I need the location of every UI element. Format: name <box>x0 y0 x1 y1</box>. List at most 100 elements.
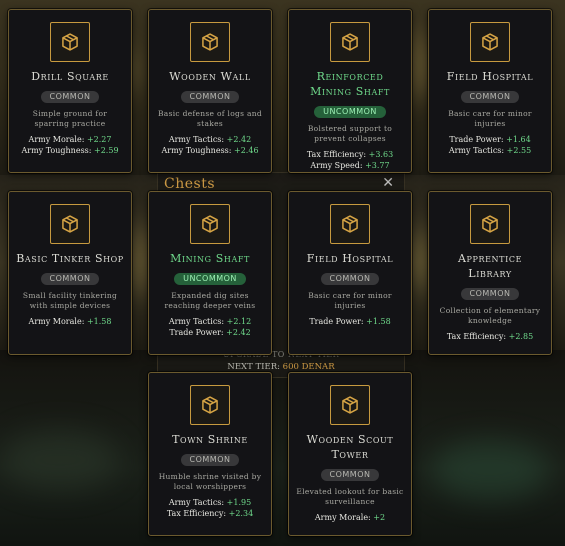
stat-label: Tax Efficiency: <box>306 150 367 159</box>
next-tier-cost: NEXT TIER: 600 DENAR <box>158 362 404 372</box>
building-description: Elevated lookout for basic surveillance <box>296 487 404 506</box>
stat-label: Army Toughness: <box>21 145 92 155</box>
building-name: Reinforced Mining Shaft <box>310 70 390 98</box>
building-name: Drill Square <box>31 70 109 83</box>
chest-box-icon <box>330 22 370 62</box>
stat-value: +3.63 <box>368 150 394 159</box>
stat-value: +2.12 <box>226 317 252 326</box>
rarity-badge: COMMON <box>40 91 100 103</box>
stat-label: Trade Power: <box>169 327 224 337</box>
building-description: Simple ground for sparring practice <box>32 109 108 128</box>
building-card[interactable]: Wooden Wall COMMON Basic defense of logs a… <box>148 9 272 173</box>
building-name: Wooden Wall <box>169 70 251 83</box>
stat-list: Army Tactics: +2.42 Army Toughness: +2.46 <box>149 135 271 156</box>
stat-value: +2.27 <box>86 135 112 144</box>
next-tier-value: 600 DENAR <box>282 362 335 372</box>
building-card[interactable]: Wooden Scout Tower COMMON Elevated lookout… <box>288 372 412 536</box>
stat-value: +2.42 <box>226 135 252 144</box>
stat-row: Army Morale: +2 <box>289 513 411 524</box>
stat-list: Trade Power: +1.64 Army Tactics: +2.55 <box>429 135 551 156</box>
building-card[interactable]: Field Hospital COMMON Basic care for minor… <box>428 9 552 173</box>
stat-row: Tax Efficiency: +2.34 <box>149 509 271 520</box>
stat-list: Army Morale: +2.27 Army Toughness: +2.59 <box>9 135 131 156</box>
building-card[interactable]: Mining Shaft UNCOMMON Expanded dig sites r… <box>148 191 272 355</box>
stat-row: Trade Power: +2.42 <box>149 328 271 339</box>
rarity-badge: COMMON <box>460 91 520 103</box>
building-card[interactable]: Drill Square COMMON Simple ground for spar… <box>8 9 132 173</box>
stat-value: +2.34 <box>228 508 254 518</box>
chest-box-icon <box>190 204 230 244</box>
close-icon[interactable]: ✕ <box>382 175 394 191</box>
stat-list: Trade Power: +1.58 <box>289 317 411 328</box>
stat-value: +3.77 <box>365 160 390 170</box>
stat-row: Army Toughness: +2.46 <box>149 146 271 157</box>
stat-value: +2 <box>373 513 386 522</box>
chest-box-icon <box>330 204 370 244</box>
chest-box-icon <box>50 204 90 244</box>
stat-row: Army Toughness: +2.59 <box>9 146 131 157</box>
stat-list: Army Morale: +2 <box>289 513 411 524</box>
building-name: Basic Tinker Shop <box>16 252 124 265</box>
rarity-badge: COMMON <box>320 273 380 285</box>
rarity-badge: COMMON <box>40 273 100 285</box>
rarity-badge: UNCOMMON <box>314 106 386 118</box>
stat-value: +2.42 <box>226 327 251 337</box>
stat-row: Army Tactics: +2.12 <box>149 317 271 328</box>
chests-modal-title: Chests <box>164 176 216 192</box>
stat-value: +1.95 <box>226 498 252 507</box>
next-tier-label: NEXT TIER: <box>227 362 280 372</box>
stat-label: Trade Power: <box>309 317 364 326</box>
stat-label: Army Morale: <box>314 513 371 522</box>
stat-row: Army Speed: +3.77 <box>289 161 411 172</box>
building-name: Field Hospital <box>306 252 394 265</box>
stat-label: Tax Efficiency: <box>446 332 507 341</box>
stat-value: +1.58 <box>366 317 391 326</box>
stat-value: +1.58 <box>86 317 112 326</box>
stat-label: Tax Efficiency: <box>166 508 227 518</box>
rarity-badge: UNCOMMON <box>174 273 246 285</box>
stat-row: Tax Efficiency: +3.63 <box>289 150 411 161</box>
stat-row: Army Tactics: +2.55 <box>429 146 551 157</box>
rarity-badge: COMMON <box>320 469 380 481</box>
stat-row: Army Tactics: +2.42 <box>149 135 271 146</box>
stat-row: Trade Power: +1.58 <box>289 317 411 328</box>
stat-label: Army Speed: <box>310 160 363 170</box>
stat-list: Army Tactics: +2.12 Trade Power: +2.42 <box>149 317 271 338</box>
rarity-badge: COMMON <box>180 454 240 466</box>
stat-label: Army Tactics: <box>168 498 225 507</box>
chest-box-icon <box>470 204 510 244</box>
stat-label: Trade Power: <box>449 135 504 144</box>
building-card[interactable]: Field Hospital COMMON Basic care for minor… <box>288 191 412 355</box>
stat-label: Army Tactics: <box>168 317 225 326</box>
stat-row: Army Tactics: +1.95 <box>149 498 271 509</box>
building-description: Collection of elementary knowledge <box>439 306 541 325</box>
building-name: Mining Shaft <box>170 252 250 265</box>
chest-box-icon <box>190 22 230 62</box>
chest-box-icon <box>330 385 370 425</box>
building-description: Basic care for minor injuries <box>448 109 532 128</box>
stat-row: Army Morale: +2.27 <box>9 135 131 146</box>
stat-value: +1.64 <box>506 135 531 144</box>
stat-label: Army Tactics: <box>168 135 225 144</box>
building-card[interactable]: Basic Tinker Shop COMMON Small facility ti… <box>8 191 132 355</box>
rarity-badge: COMMON <box>460 288 520 300</box>
stat-label: Army Morale: <box>28 317 85 326</box>
stat-label: Army Toughness: <box>161 145 232 155</box>
stat-value: +2.55 <box>506 145 532 155</box>
stat-row: Trade Power: +1.64 <box>429 135 551 146</box>
building-card[interactable]: Town Shrine COMMON Humble shrine visited b… <box>148 372 272 536</box>
chest-box-icon <box>470 22 510 62</box>
building-name: Wooden Scout Tower <box>306 433 394 461</box>
building-card[interactable]: Reinforced Mining Shaft UNCOMMON Bolstered… <box>288 9 412 173</box>
building-description: Humble shrine visited by local worshippe… <box>158 472 262 491</box>
building-description: Basic care for minor injuries <box>308 291 392 310</box>
stat-list: Tax Efficiency: +3.63 Army Speed: +3.77 <box>289 150 411 171</box>
stat-row: Army Morale: +1.58 <box>9 317 131 328</box>
rarity-badge: COMMON <box>180 91 240 103</box>
stat-list: Army Tactics: +1.95 Tax Efficiency: +2.34 <box>149 498 271 519</box>
stat-label: Army Morale: <box>28 135 85 144</box>
stat-value: +2.85 <box>508 332 534 341</box>
building-description: Bolstered support to prevent collapses <box>307 124 393 143</box>
building-card[interactable]: Apprentice Library COMMON Collection of el… <box>428 191 552 355</box>
building-name: Town Shrine <box>172 433 248 446</box>
